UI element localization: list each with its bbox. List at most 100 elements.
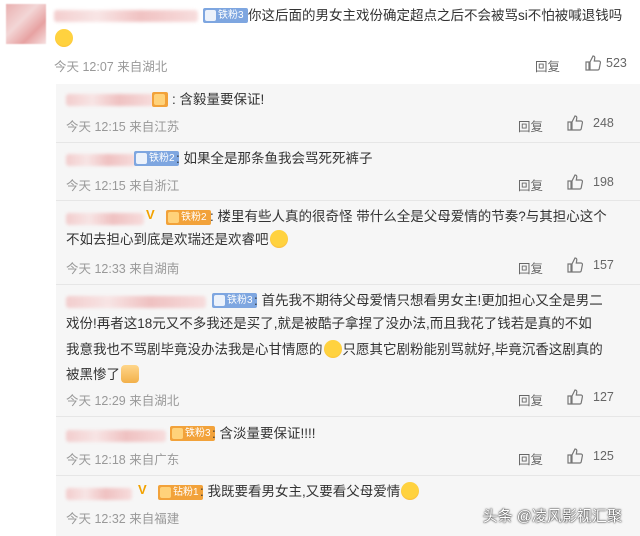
reply-button[interactable]: 回复	[518, 175, 543, 194]
medal-icon	[160, 487, 171, 498]
like-count: 248	[593, 116, 614, 130]
reply-text-line4: 被黑惨了	[66, 364, 140, 386]
username-blurred[interactable]	[54, 10, 198, 22]
divider	[56, 475, 640, 476]
reply-meta: 今天 12:18 来自广东	[66, 449, 179, 468]
praying-hands-icon	[121, 365, 139, 383]
reply-button[interactable]: 回复	[535, 56, 560, 75]
top-comment: 铁粉3 你这后面的男女主戏份确定超点之后不会被骂si不怕被喊退钱吗 今天 12:…	[0, 0, 640, 80]
reply-text: : 含毅量要保证!	[172, 92, 265, 107]
like-count: 127	[593, 390, 614, 404]
timestamp: 今天 12:15	[66, 120, 126, 134]
location: 来自广东	[129, 453, 180, 467]
reply-text-line2: 不如去担心到底是欢瑞还是欢睿吧	[66, 229, 289, 251]
verified-v-icon: V	[146, 207, 155, 222]
location: 来自福建	[129, 512, 180, 526]
reply-text-content: 不如去担心到底是欢瑞还是欢睿吧	[66, 232, 269, 247]
reply-text-line1: : 楼里有些人真的很奇怪 带什么全是父母爱情的节奏?与其担心这个	[210, 209, 607, 224]
kiss-emoji-icon	[401, 482, 420, 500]
reply-username-blurred[interactable]	[66, 488, 132, 500]
comment-text: 你这后面的男女主戏份确定超点之后不会被骂si不怕被喊退钱吗	[248, 5, 622, 27]
reply-text: : 如果全是那条鱼我会骂死死裤子	[176, 151, 373, 166]
medal-icon	[154, 94, 165, 105]
fan-badge[interactable]	[152, 92, 168, 107]
fan-badge-label: 铁粉2	[149, 153, 175, 164]
reply-text-content: 戏份!再者这18元又不多我还是买了,就是被酷子拿捏了没办法,而且我花了钱若是真的…	[66, 316, 592, 331]
thumbs-up-icon[interactable]	[567, 257, 583, 273]
thumbs-up-icon[interactable]	[585, 55, 601, 71]
verified-v-icon: V	[138, 482, 147, 497]
reply-text-line3: 我意我也不骂剧毕竟没办法我是心甘情愿的 只愿其它剧粉能别骂就好,毕竟沉香这剧真的	[66, 339, 603, 361]
thumbs-up-icon[interactable]	[567, 115, 583, 131]
divider	[56, 416, 640, 417]
reply-username-blurred[interactable]	[66, 430, 166, 442]
fan-badge[interactable]: 铁粉2	[134, 151, 179, 166]
divider	[56, 284, 640, 285]
medal-icon	[172, 428, 183, 439]
like-count: 157	[593, 258, 614, 272]
reply-button[interactable]: 回复	[518, 116, 543, 135]
timestamp: 今天 12:33	[66, 262, 126, 276]
watermark: 头条 @凌风影视汇聚	[482, 508, 622, 525]
reply-button[interactable]: 回复	[518, 258, 543, 277]
reply-username-blurred[interactable]	[66, 154, 136, 166]
reply-username-blurred[interactable]	[66, 94, 154, 106]
reply-meta: 今天 12:15 来自浙江	[66, 175, 179, 194]
thumbs-up-icon[interactable]	[567, 174, 583, 190]
medal-icon	[168, 212, 179, 223]
reply-text-content: 首先我不期待父母爱情只想看男女主!更加担心又全是男二	[261, 293, 603, 308]
location: 来自江苏	[129, 120, 180, 134]
reply-text-content: 楼里有些人真的很奇怪 带什么全是父母爱情的节奏?与其担心这个	[217, 209, 607, 224]
timestamp: 今天 12:18	[66, 453, 126, 467]
laughing-emoji-icon	[55, 29, 73, 47]
timestamp: 今天 12:29	[66, 394, 126, 408]
reply-text-content: 只愿其它剧粉能别骂就好,毕竟沉香这剧真的	[342, 342, 603, 357]
fan-badge-label: 铁粉3	[227, 295, 253, 306]
location: 来自湖北	[117, 60, 168, 74]
fan-badge[interactable]: 铁粉3	[170, 426, 215, 441]
thumbs-up-icon[interactable]	[567, 389, 583, 405]
location: 来自湖北	[129, 394, 180, 408]
like-count: 198	[593, 175, 614, 189]
diamond-icon	[205, 10, 216, 21]
timestamp: 今天 12:32	[66, 512, 126, 526]
thumbs-up-icon[interactable]	[567, 448, 583, 464]
emoji-line	[54, 28, 74, 50]
like-count: 125	[593, 449, 614, 463]
fan-badge[interactable]: 铁粉3	[203, 8, 248, 23]
reply-username-blurred[interactable]	[66, 213, 144, 225]
reply-text-content: 我既要看男女主,又要看父母爱情	[207, 484, 401, 499]
fan-badge-label: 铁粉3	[218, 10, 244, 21]
fan-badge-label: 钻粉1	[173, 487, 199, 498]
reply-text: : 我既要看男女主,又要看父母爱情	[200, 481, 420, 503]
fan-badge-label: 铁粉2	[181, 212, 207, 223]
reply-meta: 今天 12:32 来自福建	[66, 508, 179, 527]
location: 来自浙江	[129, 179, 180, 193]
reply-meta: 今天 12:15 来自江苏	[66, 116, 179, 135]
reply-button[interactable]: 回复	[518, 449, 543, 468]
reply-text: : 含淡量要保证!!!!	[212, 426, 316, 441]
reply-text-content: 我意我也不骂剧毕竟没办法我是心甘情愿的	[66, 342, 323, 357]
reply-meta: 今天 12:33 来自湖南	[66, 258, 179, 277]
reply-text-content: 含淡量要保证!!!!	[219, 426, 316, 441]
fan-badge[interactable]: 铁粉3	[212, 293, 257, 308]
comment-text-content: 你这后面的男女主戏份确定超点之后不会被骂si不怕被喊退钱吗	[248, 8, 623, 23]
reply-button[interactable]: 回复	[518, 390, 543, 409]
avatar[interactable]	[6, 4, 46, 44]
fan-badge-label: 铁粉3	[185, 428, 211, 439]
fan-badge[interactable]: 铁粉2	[166, 210, 211, 225]
like-count: 523	[606, 56, 627, 70]
comment-meta: 今天 12:07 来自湖北	[54, 56, 167, 75]
reply-meta: 今天 12:29 来自湖北	[66, 390, 179, 409]
fan-badge[interactable]: 钻粉1	[158, 485, 203, 500]
diamond-icon	[214, 295, 225, 306]
laughing-emoji-icon	[323, 340, 342, 358]
reply-text-content: 含毅量要保证!	[179, 92, 265, 107]
reply-username-blurred[interactable]	[66, 296, 206, 308]
location: 来自湖南	[129, 262, 180, 276]
timestamp: 今天 12:07	[54, 60, 114, 74]
reply-text-line1: : 首先我不期待父母爱情只想看男女主!更加担心又全是男二	[254, 293, 603, 308]
divider	[56, 142, 640, 143]
reply-text-line2: 戏份!再者这18元又不多我还是买了,就是被酷子拿捏了没办法,而且我花了钱若是真的…	[66, 313, 592, 335]
timestamp: 今天 12:15	[66, 179, 126, 193]
